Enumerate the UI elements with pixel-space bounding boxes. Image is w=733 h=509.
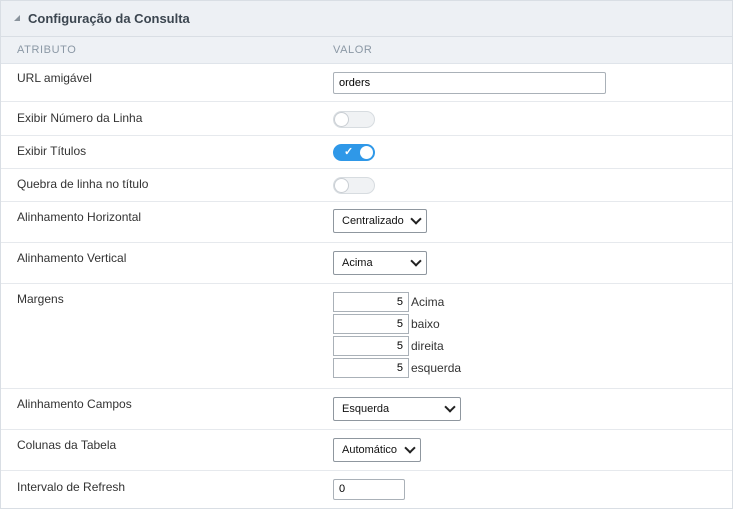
- table-columns-select[interactable]: Automático: [333, 438, 421, 462]
- table-columns-label: Colunas da Tabela: [17, 438, 117, 452]
- column-value: VALOR: [333, 44, 373, 56]
- titles-toggle[interactable]: ✓: [333, 144, 375, 161]
- row-line-number: Exibir Número da Linha: [1, 102, 732, 136]
- line-number-toggle[interactable]: [333, 111, 375, 128]
- row-table-columns: Colunas da Tabela Automático: [1, 430, 732, 471]
- chevron-down-icon: [404, 442, 416, 454]
- collapse-triangle-icon[interactable]: [14, 15, 20, 21]
- field-align-label: Alinhamento Campos: [17, 397, 132, 411]
- row-refresh: Intervalo de Refresh 0: [1, 471, 732, 508]
- margin-left-label: esquerda: [411, 361, 462, 375]
- column-header: ATRIBUTO VALOR: [1, 37, 732, 64]
- refresh-input[interactable]: 0: [333, 479, 405, 500]
- v-align-value: Acima: [342, 257, 373, 269]
- chevron-down-icon: [410, 255, 422, 267]
- margins-label: Margens: [17, 292, 64, 306]
- row-title-break: Quebra de linha no título: [1, 169, 732, 202]
- line-number-label: Exibir Número da Linha: [17, 111, 143, 125]
- table-columns-value: Automático: [342, 444, 398, 456]
- margin-bottom-label: baixo: [411, 317, 440, 331]
- v-align-label: Alinhamento Vertical: [17, 251, 127, 265]
- panel-header[interactable]: Configuração da Consulta: [1, 1, 732, 37]
- h-align-label: Alinhamento Horizontal: [17, 210, 142, 224]
- url-input[interactable]: orders: [333, 72, 606, 94]
- titles-label: Exibir Títulos: [17, 144, 87, 158]
- title-break-label: Quebra de linha no título: [17, 177, 149, 191]
- margin-left-input[interactable]: 5: [333, 358, 409, 378]
- field-align-value: Esquerda: [342, 403, 390, 415]
- margin-top-label: Acima: [411, 295, 445, 309]
- row-v-align: Alinhamento Vertical Acima: [1, 243, 732, 284]
- row-h-align: Alinhamento Horizontal Centralizado: [1, 202, 732, 243]
- h-align-select[interactable]: Centralizado: [333, 209, 427, 233]
- check-icon: ✓: [344, 146, 354, 158]
- url-label: URL amigável: [17, 71, 92, 85]
- toggle-knob: [335, 113, 348, 126]
- margin-right-input[interactable]: 5: [333, 336, 409, 356]
- chevron-down-icon: [410, 213, 422, 225]
- margin-right-label: direita: [411, 339, 444, 353]
- toggle-knob: [335, 179, 348, 192]
- v-align-select[interactable]: Acima: [333, 251, 427, 275]
- h-align-value: Centralizado: [342, 215, 404, 227]
- title-break-toggle[interactable]: [333, 177, 375, 194]
- panel-title: Configuração da Consulta: [28, 11, 190, 26]
- margin-top-input[interactable]: 5: [333, 292, 409, 312]
- row-url: URL amigável orders: [1, 64, 732, 102]
- margin-bottom-input[interactable]: 5: [333, 314, 409, 334]
- chevron-down-icon: [444, 401, 456, 413]
- refresh-label: Intervalo de Refresh: [17, 480, 126, 494]
- row-margins: Margens 5 Acima 5 baixo 5 direita 5 esqu…: [1, 284, 732, 389]
- row-field-align: Alinhamento Campos Esquerda: [1, 389, 732, 430]
- query-config-panel: Configuração da Consulta ATRIBUTO VALOR …: [0, 0, 733, 509]
- column-attribute: ATRIBUTO: [17, 44, 77, 56]
- field-align-select[interactable]: Esquerda: [333, 397, 461, 421]
- toggle-knob: [360, 146, 373, 159]
- row-titles: Exibir Títulos ✓: [1, 136, 732, 169]
